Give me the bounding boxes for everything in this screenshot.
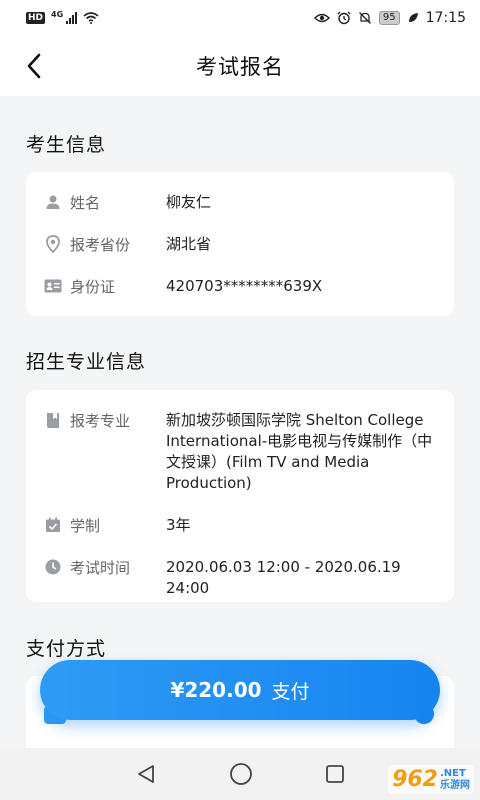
back-triangle-icon[interactable] — [135, 763, 157, 785]
book-icon — [44, 411, 62, 429]
row-value: 湖北省 — [166, 235, 212, 253]
major-section-title: 招生专业信息 — [26, 351, 147, 373]
pay-label: 支付 — [271, 680, 310, 703]
status-bar: HD 4G 95 17:15 — [0, 0, 480, 36]
nav-bar: 考试报名 — [0, 36, 480, 96]
status-right: 95 17:15 — [313, 10, 466, 26]
leaf-icon — [408, 13, 418, 22]
recents-square-icon[interactable] — [325, 764, 345, 784]
person-icon — [44, 193, 62, 211]
watermark-name: 乐游网 — [440, 779, 470, 791]
row-label: 姓名 — [70, 194, 101, 212]
signal-icon — [66, 12, 78, 24]
row-label: 身份证 — [70, 278, 116, 296]
battery-level: 95 — [378, 11, 400, 25]
calendar-icon — [44, 516, 62, 534]
row-label: 报考省份 — [70, 236, 131, 254]
watermark-number: 962 — [392, 767, 438, 792]
chevron-left-icon — [27, 53, 41, 79]
payment-section-title: 支付方式 — [26, 638, 107, 660]
alarm-icon — [337, 11, 351, 25]
row-value: 2020.06.03 12:00 - 2020.06.19 24:00 — [166, 558, 401, 597]
watermark-suffix: .NET — [440, 767, 466, 779]
id-card-icon — [44, 277, 62, 295]
row-value: 柳友仁 — [166, 193, 212, 211]
pay-amount: ¥220.00 — [170, 678, 262, 702]
eye-icon — [313, 13, 330, 23]
major-info-card: 报考专业 新加坡莎顿国际学院 Shelton College Internati… — [26, 390, 454, 602]
back-button[interactable] — [18, 50, 50, 82]
home-circle-icon[interactable] — [229, 762, 253, 786]
hd-badge: HD — [26, 12, 46, 24]
wifi-icon — [83, 12, 99, 24]
mute-bell-icon — [358, 12, 371, 24]
status-left: HD 4G — [26, 9, 99, 24]
clock-icon — [44, 558, 62, 576]
row-label: 考试时间 — [70, 559, 131, 577]
row-label: 学制 — [70, 517, 101, 535]
pay-button[interactable]: ¥220.00 支付 — [40, 660, 440, 720]
row-value: 新加坡莎顿国际学院 Shelton College International-… — [166, 411, 433, 492]
watermark-text-block: .NET 乐游网 — [440, 768, 470, 792]
watermark-logo: 962 .NET 乐游网 — [388, 765, 474, 794]
clock-time: 17:15 — [425, 10, 466, 26]
row-value: 420703********639X — [166, 277, 323, 295]
candidate-info-card: 姓名 柳友仁 报考省份 湖北省 身份证 420703********639X — [26, 172, 454, 316]
network-type: 4G — [51, 9, 64, 19]
candidate-section-title: 考生信息 — [26, 134, 107, 156]
page-title: 考试报名 — [196, 55, 284, 79]
row-value: 3年 — [166, 516, 191, 534]
location-pin-icon — [44, 235, 62, 253]
row-label: 报考专业 — [70, 412, 131, 430]
